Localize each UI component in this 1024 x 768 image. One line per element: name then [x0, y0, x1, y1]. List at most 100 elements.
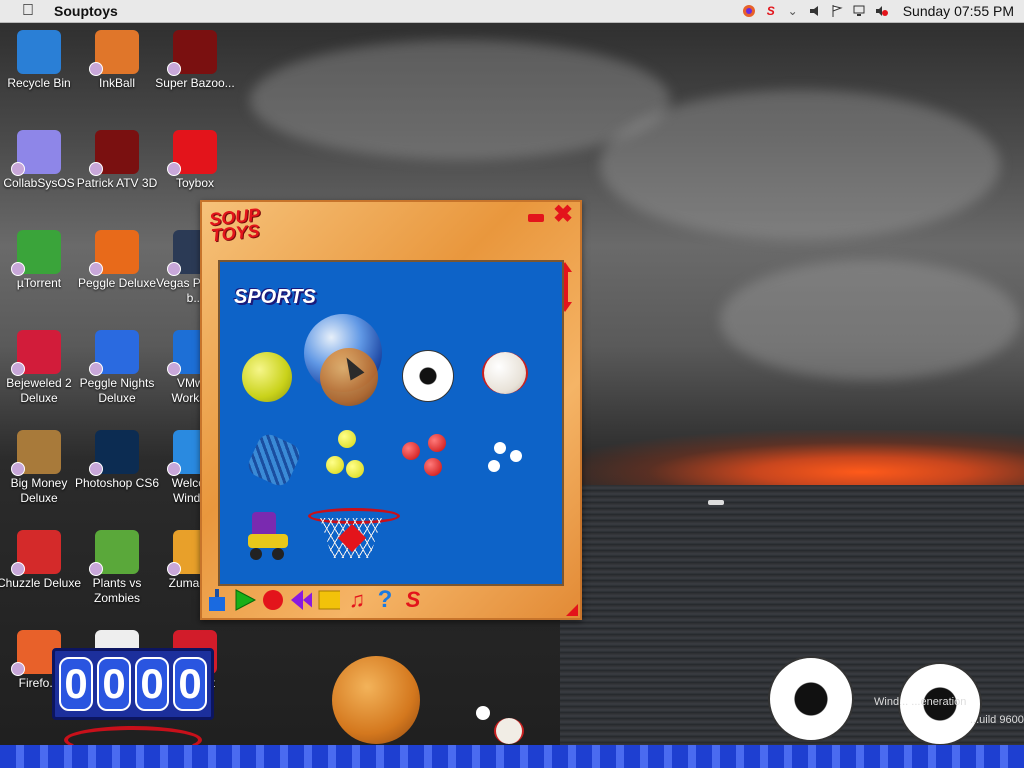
shortcut-badge-icon: [89, 262, 103, 276]
app-name[interactable]: Souptoys: [54, 3, 118, 19]
toy-floor: [0, 745, 1024, 768]
menu-bar:  Souptoys S ⌄ Sunday 07:55 PM: [0, 0, 1024, 23]
tennis-ball[interactable]: [242, 352, 292, 402]
ping-pong-balls[interactable]: [326, 430, 366, 484]
score-digit: 0: [59, 657, 93, 711]
windows-watermark: Wind... ...eneration: [874, 696, 967, 708]
chuzzle-icon: [11, 530, 61, 576]
music-icon[interactable]: ♫: [346, 587, 368, 612]
desktop-icon-label: Plants vs Zombies: [92, 576, 142, 605]
speaker-icon[interactable]: [807, 3, 823, 19]
flag-icon[interactable]: [829, 3, 845, 19]
desktop-icon[interactable]: Peggle Deluxe: [74, 230, 160, 291]
resize-handle[interactable]: [566, 604, 578, 616]
desktop-icon-label: Big Money Deluxe: [10, 476, 68, 505]
shortcut-badge-icon: [11, 562, 25, 576]
peggle-icon: [89, 230, 139, 276]
stop-icon[interactable]: [318, 589, 340, 611]
basketball[interactable]: [332, 656, 420, 744]
firefox-icon[interactable]: [741, 3, 757, 19]
shortcut-badge-icon: [89, 462, 103, 476]
shortcut-badge-icon: [11, 662, 25, 676]
pump-icon[interactable]: [206, 589, 228, 611]
soccer-ball-desktop[interactable]: [768, 656, 854, 742]
desktop-icon-label: Peggle Deluxe: [77, 276, 157, 290]
desktop-icon-label: Photoshop CS6: [74, 476, 160, 490]
souptoys-s-icon: [167, 130, 217, 176]
slinky[interactable]: [244, 430, 304, 490]
play-icon[interactable]: [234, 589, 256, 611]
chevron-down-icon[interactable]: ⌄: [785, 3, 801, 19]
apple-icon[interactable]: : [18, 1, 38, 21]
clock[interactable]: Sunday 07:55 PM: [903, 3, 1014, 19]
desktop-icon[interactable]: Toybox: [152, 130, 238, 191]
souptoys-toolbar: ♫ ? S: [206, 586, 424, 614]
desktop-icon-label: µTorrent: [16, 276, 62, 290]
soccer-ball[interactable]: [402, 350, 454, 402]
category-title: SPORTS: [234, 286, 316, 308]
desktop-icon[interactable]: Patrick ATV 3D: [74, 130, 160, 191]
roller-skate[interactable]: [244, 512, 292, 562]
baseball[interactable]: [482, 352, 528, 394]
cloud: [720, 260, 1020, 380]
souptoys-logo: SOUP TOYS: [208, 204, 261, 246]
desktop-icon[interactable]: Peggle Nights Deluxe: [74, 330, 160, 406]
toy-panel[interactable]: SPORTS: [218, 260, 564, 586]
flash-icon: [89, 130, 139, 176]
score-digit: 0: [173, 657, 207, 711]
shortcut-badge-icon: [167, 362, 181, 376]
score-display[interactable]: 0 0 0 0: [52, 648, 214, 720]
desktop-icon[interactable]: CollabSysOS: [0, 130, 82, 191]
shortcut-badge-icon: [167, 162, 181, 176]
rewind-icon[interactable]: [290, 589, 312, 611]
desktop-icon[interactable]: InkBall: [74, 30, 160, 91]
desktop-icon-label: Peggle Nights Deluxe: [79, 376, 155, 405]
volume-muted-icon[interactable]: [873, 3, 889, 19]
desktop-icon[interactable]: Recycle Bin: [0, 30, 82, 91]
cloud: [600, 90, 1000, 240]
shortcut-badge-icon: [89, 162, 103, 176]
desktop-icon[interactable]: Big Money Deluxe: [0, 430, 82, 506]
souptoys-icon[interactable]: S: [763, 3, 779, 19]
shortcut-badge-icon: [11, 162, 25, 176]
minimize-button[interactable]: [528, 214, 544, 222]
desktop-icon[interactable]: µTorrent: [0, 230, 82, 291]
shortcut-badge-icon: [167, 562, 181, 576]
desktop-icon[interactable]: Plants vs Zombies: [74, 530, 160, 606]
desktop-icon[interactable]: Super Bazoo...: [152, 30, 238, 91]
photoshop-icon: [89, 430, 139, 476]
record-icon[interactable]: [262, 589, 284, 611]
bejeweled-icon: [11, 330, 61, 376]
score-digit: 0: [135, 657, 169, 711]
inkball-icon: [89, 30, 139, 76]
boat: [708, 500, 724, 505]
white-balls[interactable]: [488, 442, 528, 478]
desktop-icon-label: Chuzzle Deluxe: [0, 576, 82, 590]
shortcut-badge-icon: [89, 62, 103, 76]
help-icon[interactable]: ?: [374, 586, 396, 613]
basketball-hoop[interactable]: [308, 508, 400, 564]
shortcut-badge-icon: [89, 362, 103, 376]
desktop-icon-label: Toybox: [175, 176, 215, 190]
desktop-icon[interactable]: Photoshop CS6: [74, 430, 160, 491]
desktop-icon[interactable]: Bejeweled 2 Deluxe: [0, 330, 82, 406]
souptoys-s-icon[interactable]: S: [402, 587, 424, 612]
shortcut-badge-icon: [11, 262, 25, 276]
recycle-bin-icon: [17, 30, 61, 74]
close-button[interactable]: ✖: [552, 203, 574, 227]
money-bag-icon: [11, 430, 61, 476]
red-balls[interactable]: [402, 434, 454, 480]
utorrent-icon: [11, 230, 61, 276]
folder-icon: [11, 130, 61, 176]
baseball-desktop[interactable]: [494, 718, 524, 744]
desktop-icon-label: Bejeweled 2 Deluxe: [6, 376, 72, 405]
golf-ball[interactable]: [476, 706, 490, 720]
system-tray: S ⌄ Sunday 07:55 PM: [741, 0, 1024, 22]
peggle-nights-icon: [89, 330, 139, 376]
desktop-icon[interactable]: Chuzzle Deluxe: [0, 530, 82, 591]
network-icon[interactable]: [851, 3, 867, 19]
flash-icon: [167, 30, 217, 76]
cloud: [250, 40, 670, 160]
souptoys-window[interactable]: SOUP TOYS ✖ SPORTS ♫ ? S: [200, 200, 582, 620]
shortcut-badge-icon: [167, 462, 181, 476]
